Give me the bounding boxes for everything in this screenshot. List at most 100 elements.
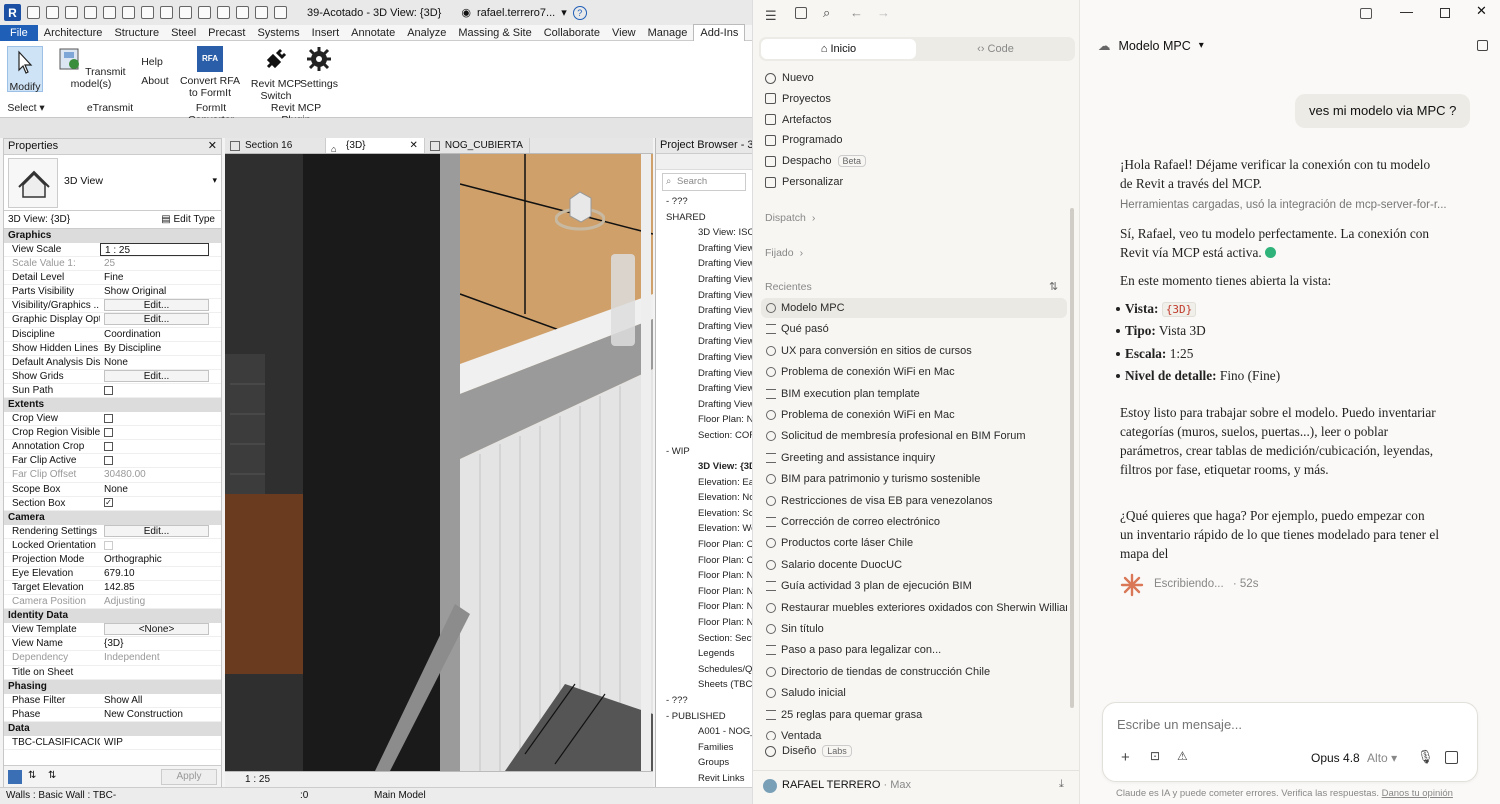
browser-item[interactable]: Section: Sect xyxy=(664,631,752,647)
edit-button[interactable]: Edit... xyxy=(104,369,209,382)
sidebar-item-proyectos[interactable]: Proyectos xyxy=(765,93,831,105)
help-icon[interactable]: ? xyxy=(572,5,587,20)
browser-item[interactable]: - PUBLISHED xyxy=(664,709,752,725)
property-value[interactable] xyxy=(100,666,221,679)
browser-item[interactable]: Floor Plan: N xyxy=(664,412,752,428)
chat-title[interactable]: ☁ Modelo MPC ▾ xyxy=(1098,38,1204,54)
browser-item[interactable]: Drafting View xyxy=(664,397,752,413)
close-tab-icon[interactable]: ✕ xyxy=(410,140,418,151)
property-value[interactable]: By Discipline xyxy=(100,342,221,355)
stop-icon[interactable] xyxy=(1445,751,1458,764)
recent-chat-item[interactable]: Solicitud de membresía profesional en BI… xyxy=(761,426,1067,446)
view-scale-label[interactable]: 1 : 25 xyxy=(245,774,270,785)
section-icon[interactable] xyxy=(236,6,249,19)
browser-item[interactable]: Elevation: So xyxy=(664,506,752,522)
print-icon[interactable] xyxy=(141,6,154,19)
tab-steel[interactable]: Steel xyxy=(165,25,202,41)
back-icon[interactable]: ← xyxy=(850,5,863,20)
section-camera[interactable]: Camera xyxy=(4,510,221,525)
home-3d-icon[interactable] xyxy=(217,6,230,19)
user-name[interactable]: rafael.terrero7... xyxy=(477,7,555,19)
tab-structure[interactable]: Structure xyxy=(108,25,165,41)
browser-item[interactable]: Drafting View xyxy=(664,288,752,304)
browser-item[interactable]: Floor Plan: C xyxy=(664,553,752,569)
sidebar-item-personalizar[interactable]: Personalizar xyxy=(765,176,843,188)
browser-item[interactable]: Groups xyxy=(664,755,752,771)
browser-item[interactable]: 3D View: {3D xyxy=(664,459,752,475)
model-selector[interactable]: Opus 4.8 Alto ▾ xyxy=(1311,751,1397,765)
filter-icon[interactable]: ⇅ xyxy=(48,770,56,781)
binoculars-icon[interactable]: ◉ xyxy=(461,6,471,19)
browser-item[interactable]: Drafting View xyxy=(664,241,752,257)
recent-chat-item[interactable]: BIM para patrimonio y turismo sostenible xyxy=(761,469,1067,489)
property-value[interactable]: WIP xyxy=(100,736,221,749)
property-value[interactable]: Adjusting xyxy=(100,595,221,608)
settings-button[interactable]: Settings xyxy=(300,46,338,90)
checkbox[interactable] xyxy=(104,385,113,395)
browser-item[interactable]: Elevation: We xyxy=(664,521,752,537)
about-button[interactable]: About xyxy=(138,75,172,87)
sel-tool-icon[interactable] xyxy=(8,770,22,784)
sidebar-scrollbar[interactable] xyxy=(1070,208,1074,708)
revit-mcp-switch-button[interactable]: Revit MCP Switch xyxy=(250,46,302,102)
tab-inicio[interactable]: ⌂ Inicio xyxy=(761,39,916,59)
recent-chat-item[interactable]: Paso a paso para legalizar con... xyxy=(761,640,1067,660)
recent-chat-item[interactable]: Directorio de tiendas de construcción Ch… xyxy=(761,662,1067,682)
forward-icon[interactable]: → xyxy=(877,5,890,20)
edit-button[interactable]: Edit... xyxy=(104,299,209,312)
property-value[interactable]: None xyxy=(100,483,221,496)
browser-item[interactable]: Floor Plan: N xyxy=(664,599,752,615)
edit-button[interactable]: <None> xyxy=(104,623,209,636)
recent-chat-item[interactable]: Corrección de correo electrónico xyxy=(761,512,1067,532)
sidebar-item-nuevo[interactable]: Nuevo xyxy=(765,72,814,84)
tab-annotate[interactable]: Annotate xyxy=(345,25,401,41)
recent-chat-item[interactable]: Saludo inicial xyxy=(761,683,1067,703)
section-data[interactable]: Data xyxy=(4,721,221,736)
recent-chat-item[interactable]: Problema de conexión WiFi en Mac xyxy=(761,362,1067,382)
apply-button[interactable]: Apply xyxy=(161,769,217,785)
tab-code[interactable]: ‹› Code xyxy=(918,39,1073,59)
browser-item[interactable]: Legends xyxy=(664,646,752,662)
tab-section-16[interactable]: Section 16 xyxy=(225,138,327,153)
microphone-icon[interactable]: 🎙 xyxy=(1417,749,1434,765)
browser-item[interactable]: 3D View: ISO xyxy=(664,225,752,241)
browser-item[interactable]: - WIP xyxy=(664,444,752,460)
edit-button[interactable]: Edit... xyxy=(104,524,209,537)
section-identity-data[interactable]: Identity Data xyxy=(4,609,221,624)
property-value[interactable]: {3D} xyxy=(100,637,221,650)
sidebar-item-programado[interactable]: Programado xyxy=(765,134,843,146)
sidebar-item-artefactos[interactable]: Artefactos xyxy=(765,114,832,126)
tab-file[interactable]: File xyxy=(0,24,38,41)
property-value[interactable]: Coordination xyxy=(100,328,221,341)
property-value[interactable]: 25 xyxy=(100,257,221,270)
tab-precast[interactable]: Precast xyxy=(202,25,251,41)
type-selector[interactable]: 3D View ▾ xyxy=(4,155,221,211)
tool-usage-line[interactable]: Herramientas cargadas, usó la integració… xyxy=(1120,199,1460,211)
property-value[interactable]: None xyxy=(100,356,221,369)
close-icon[interactable]: ✕ xyxy=(208,139,217,154)
design-item[interactable]: Diseño Labs xyxy=(765,745,852,757)
tab-insert[interactable]: Insert xyxy=(306,25,346,41)
browser-item[interactable]: Drafting View xyxy=(664,272,752,288)
browser-item[interactable]: Families xyxy=(664,740,752,756)
dimension-icon[interactable] xyxy=(179,6,192,19)
3d-viewport[interactable] xyxy=(225,154,653,771)
browser-item[interactable]: Drafting View xyxy=(664,319,752,335)
property-value[interactable]: Show Original xyxy=(100,285,221,298)
navigation-bar[interactable] xyxy=(611,254,635,346)
save-icon[interactable] xyxy=(65,6,78,19)
recent-chat-item[interactable]: Sin título xyxy=(761,619,1067,639)
checkbox[interactable]: ✓ xyxy=(104,498,113,508)
recent-chat-item[interactable]: Productos corte láser Chile xyxy=(761,533,1067,553)
menu-icon[interactable]: ☰ xyxy=(765,8,777,24)
browser-item[interactable]: Floor Plan: N xyxy=(664,615,752,631)
browser-item[interactable]: Drafting View xyxy=(664,303,752,319)
browser-item[interactable]: Sheets (TBC-CL xyxy=(664,677,752,693)
split-view-icon[interactable] xyxy=(1360,8,1372,19)
tab-analyze[interactable]: Analyze xyxy=(401,25,452,41)
recent-chat-item[interactable]: Modelo MPC xyxy=(761,298,1067,318)
pinned-section[interactable]: Fijado › xyxy=(765,247,803,259)
tab-3d[interactable]: ⌂ {3D} ✕ xyxy=(326,138,425,154)
browser-item[interactable]: Elevation: No xyxy=(664,490,752,506)
user-name[interactable]: RAFAEL TERRERO · Max xyxy=(782,779,911,791)
